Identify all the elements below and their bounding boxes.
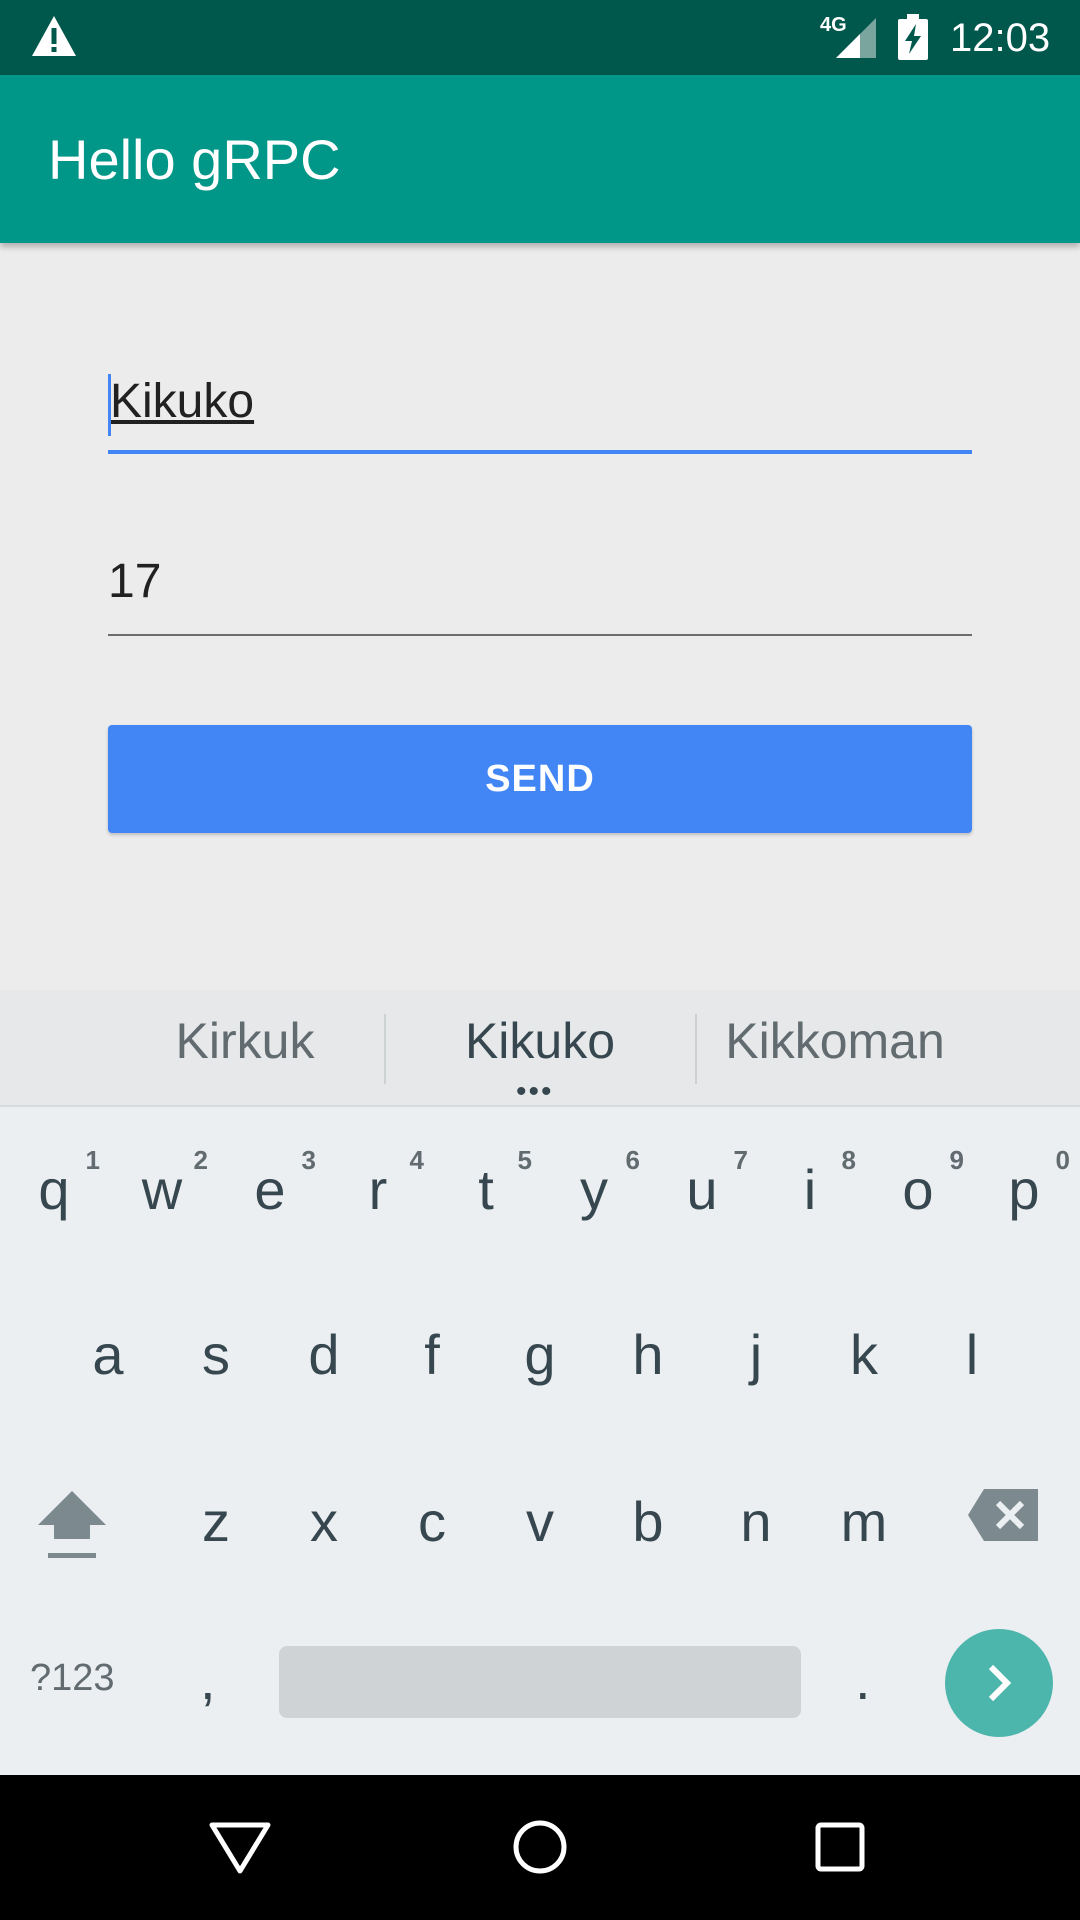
key-label: o <box>902 1158 934 1221</box>
key-hint: 5 <box>517 1145 532 1175</box>
key-z[interactable]: z <box>162 1489 270 1554</box>
suggestion-strip: Kirkuk Kikuko ••• Kikkoman <box>0 990 1080 1107</box>
key-t[interactable]: 5t <box>432 1145 540 1222</box>
key-e[interactable]: 3e <box>216 1145 324 1222</box>
key-g[interactable]: g <box>486 1322 594 1387</box>
key-r[interactable]: 4r <box>324 1145 432 1222</box>
key-label: e <box>254 1158 286 1221</box>
key-h[interactable]: h <box>594 1322 702 1387</box>
key-label: q <box>38 1158 70 1221</box>
network-type: 4G <box>820 14 847 36</box>
comma-key[interactable]: , <box>200 1647 216 1712</box>
key-hint: 0 <box>1055 1145 1070 1175</box>
backspace-icon[interactable] <box>966 1487 1040 1543</box>
key-c[interactable]: c <box>378 1489 486 1554</box>
enter-key[interactable] <box>945 1629 1053 1737</box>
key-label: u <box>686 1158 718 1221</box>
more-suggestions-icon: ••• <box>516 1075 554 1108</box>
battery-charging-icon <box>898 14 928 60</box>
app-bar: Hello gRPC <box>0 75 1080 243</box>
key-s[interactable]: s <box>162 1322 270 1387</box>
key-n[interactable]: n <box>702 1489 810 1554</box>
status-bar: 4G 12:03 <box>0 0 1080 75</box>
key-j[interactable]: j <box>702 1322 810 1387</box>
key-b[interactable]: b <box>594 1489 702 1554</box>
key-label: w <box>141 1158 183 1221</box>
warning-icon <box>32 16 76 56</box>
period-key[interactable]: . <box>855 1647 871 1712</box>
shift-icon[interactable] <box>34 1487 110 1563</box>
key-x[interactable]: x <box>270 1489 378 1554</box>
key-hint: 3 <box>301 1145 316 1175</box>
key-label: y <box>580 1158 608 1221</box>
age-input[interactable]: 17 <box>108 554 972 636</box>
key-w[interactable]: 2w <box>108 1145 216 1222</box>
text-cursor <box>108 374 111 436</box>
suggestion-divider <box>695 1014 697 1084</box>
key-l[interactable]: l <box>918 1322 1026 1387</box>
recents-icon[interactable] <box>808 1815 872 1879</box>
key-m[interactable]: m <box>810 1489 918 1554</box>
key-hint: 9 <box>949 1145 964 1175</box>
key-i[interactable]: 8i <box>756 1145 864 1222</box>
key-d[interactable]: d <box>270 1322 378 1387</box>
name-input-value: Kikuko <box>110 375 255 428</box>
soft-keyboard: 1q 2w 3e 4r 5t 6y 7u 8i 9o 0p a s d f g … <box>0 1107 1080 1775</box>
key-hint: 2 <box>193 1145 208 1175</box>
key-label: i <box>803 1158 817 1221</box>
key-a[interactable]: a <box>54 1322 162 1387</box>
key-f[interactable]: f <box>378 1322 486 1387</box>
space-key[interactable] <box>279 1646 801 1718</box>
suggestion-3[interactable]: Kikkoman <box>700 1012 970 1070</box>
name-input[interactable]: Kikuko <box>108 374 972 454</box>
symbols-key[interactable]: ?123 <box>30 1657 115 1700</box>
app-title: Hello gRPC <box>48 128 341 191</box>
key-label: r <box>368 1158 388 1221</box>
back-icon[interactable] <box>208 1815 272 1879</box>
key-y[interactable]: 6y <box>540 1145 648 1222</box>
key-p[interactable]: 0p <box>970 1145 1078 1222</box>
key-o[interactable]: 9o <box>864 1145 972 1222</box>
key-u[interactable]: 7u <box>648 1145 756 1222</box>
key-hint: 8 <box>841 1145 856 1175</box>
suggestion-divider <box>384 1014 386 1084</box>
key-hint: 7 <box>733 1145 748 1175</box>
key-v[interactable]: v <box>486 1489 594 1554</box>
age-input-value: 17 <box>108 555 162 608</box>
nav-bar <box>0 1775 1080 1920</box>
suggestion-1[interactable]: Kirkuk <box>120 1012 370 1070</box>
home-icon[interactable] <box>508 1815 572 1879</box>
key-hint: 6 <box>625 1145 640 1175</box>
status-clock: 12:03 <box>950 16 1051 60</box>
key-label: p <box>1008 1158 1040 1221</box>
key-hint: 4 <box>409 1145 424 1175</box>
key-q[interactable]: 1q <box>0 1145 108 1222</box>
key-label: t <box>478 1158 494 1221</box>
enter-arrow-icon <box>988 1664 1012 1702</box>
send-button[interactable]: SEND <box>108 725 972 833</box>
key-k[interactable]: k <box>810 1322 918 1387</box>
key-hint: 1 <box>85 1145 100 1175</box>
suggestion-2[interactable]: Kikuko <box>400 1012 680 1070</box>
